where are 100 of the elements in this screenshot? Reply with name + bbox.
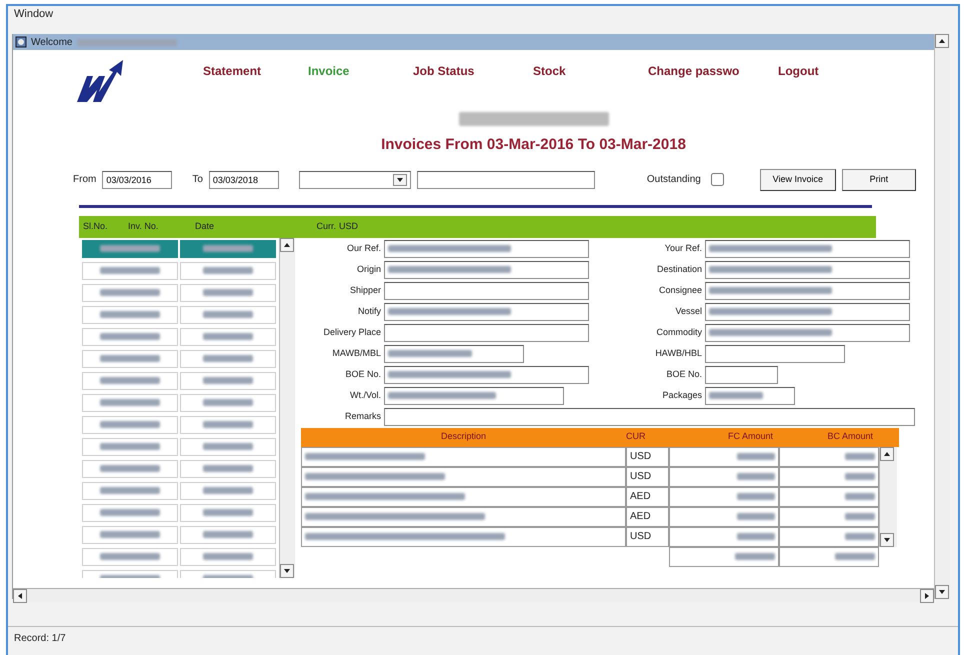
column-header: CUR [626, 430, 646, 444]
form-field[interactable] [705, 386, 795, 404]
redacted-text [737, 453, 775, 460]
horizontal-scrollbar[interactable] [13, 588, 934, 602]
field-label: Shipper [348, 284, 381, 297]
window-scrollbar[interactable] [934, 34, 950, 599]
scroll-down-icon[interactable] [935, 585, 949, 599]
form-field[interactable] [384, 260, 589, 278]
nav-link[interactable]: Change passwo [648, 62, 740, 80]
field-label: Packages [661, 388, 702, 402]
table-cell: USD [626, 446, 669, 466]
redacted-text [203, 289, 253, 296]
scroll-up-icon[interactable] [280, 238, 294, 252]
redacted-text [100, 443, 160, 450]
menu-item[interactable]: Window [14, 8, 54, 20]
text-field[interactable] [416, 170, 595, 188]
field-label: Wt./Vol. [348, 388, 381, 402]
from-label: From [73, 173, 96, 187]
redacted-text [100, 333, 160, 340]
form-field[interactable] [384, 366, 589, 384]
remarks-field[interactable] [384, 408, 915, 426]
nav-link[interactable]: Statement [203, 62, 262, 80]
form-field[interactable] [384, 324, 589, 342]
scroll-right-icon[interactable] [920, 588, 934, 602]
column-header: Date [194, 220, 216, 233]
form-field[interactable] [705, 240, 910, 258]
outstanding-label: Outstanding [646, 173, 701, 187]
form-field[interactable] [384, 302, 589, 320]
list-scrollbar[interactable] [279, 238, 295, 578]
to-date-field[interactable]: 03/03/2018 [208, 170, 279, 188]
redacted-text [203, 443, 253, 450]
print-button[interactable]: Print [842, 168, 916, 190]
field-label: Remarks [344, 410, 381, 423]
window-icon [15, 36, 27, 48]
dropdown[interactable] [298, 170, 411, 188]
redacted-text [203, 399, 253, 406]
redacted-text [203, 377, 253, 384]
redacted-text [203, 355, 253, 362]
nav-link[interactable]: Logout [778, 62, 819, 80]
form-field[interactable] [384, 386, 564, 404]
field-label: Destination [656, 262, 702, 276]
field-label: Origin [356, 262, 381, 276]
redacted-text [203, 245, 253, 252]
scroll-down-icon[interactable] [280, 564, 294, 578]
scroll-up-icon[interactable] [880, 446, 894, 460]
field-label: Vessel [674, 304, 702, 318]
page-heading: Invoices From 03-Mar-2016 To 03-Mar-2018 [380, 135, 687, 155]
redacted-text [100, 553, 160, 560]
from-date-field[interactable]: 03/03/2016 [102, 170, 172, 188]
form-field[interactable] [705, 366, 778, 384]
table-cell: USD [626, 526, 669, 546]
redacted-text [100, 531, 160, 538]
redacted-text [100, 289, 160, 296]
form-field[interactable] [705, 260, 910, 278]
form-field[interactable] [705, 324, 910, 342]
column-header: Inv. No. [127, 220, 160, 233]
redacted-text [203, 487, 253, 494]
redacted-text [203, 421, 253, 428]
redacted-text [100, 487, 160, 494]
items-scrollbar[interactable] [879, 446, 897, 546]
table-cell: AED [626, 506, 669, 526]
redacted-text [100, 377, 160, 384]
form-field[interactable] [384, 240, 589, 258]
redacted-text [735, 553, 775, 560]
column-header: FC Amount [726, 430, 774, 444]
form-field[interactable] [705, 302, 910, 320]
redacted-text [100, 465, 160, 472]
caret-icon [392, 174, 407, 186]
view-invoice-button[interactable]: View Invoice [760, 168, 836, 190]
outstanding-checkbox[interactable] [710, 173, 724, 186]
scroll-down-icon[interactable] [880, 532, 894, 546]
redacted-text [845, 533, 875, 540]
field-label: Our Ref. [346, 242, 381, 255]
field-label: Delivery Place [322, 326, 381, 339]
redacted-text [100, 399, 160, 406]
scroll-left-icon[interactable] [13, 588, 27, 602]
nav-link[interactable]: Job Status [413, 62, 474, 80]
form-field[interactable] [384, 282, 589, 300]
scroll-up-icon[interactable] [935, 34, 949, 48]
redacted-text [100, 509, 160, 516]
field-label: BOE No. [665, 368, 702, 381]
redacted-text [845, 473, 875, 480]
list-row[interactable] [79, 238, 279, 260]
redacted-text [709, 392, 763, 398]
column-header: Sl.No. [82, 220, 109, 233]
table-cell: AED [626, 486, 669, 506]
form-field[interactable] [705, 282, 910, 300]
redacted-text [100, 355, 160, 362]
form-field[interactable] [384, 344, 524, 362]
redacted-text [737, 473, 775, 480]
status-text: Record: 1/7 [13, 632, 67, 646]
nav-link[interactable]: Invoice [308, 62, 350, 80]
redacted-text [845, 513, 875, 520]
field-label: Notify [356, 304, 381, 318]
to-label: To [192, 173, 203, 187]
redacted-text [737, 533, 775, 540]
field-label: Consignee [658, 284, 702, 297]
nav-link[interactable]: Stock [533, 62, 566, 80]
redacted-text [203, 465, 253, 472]
form-field[interactable] [705, 344, 845, 362]
